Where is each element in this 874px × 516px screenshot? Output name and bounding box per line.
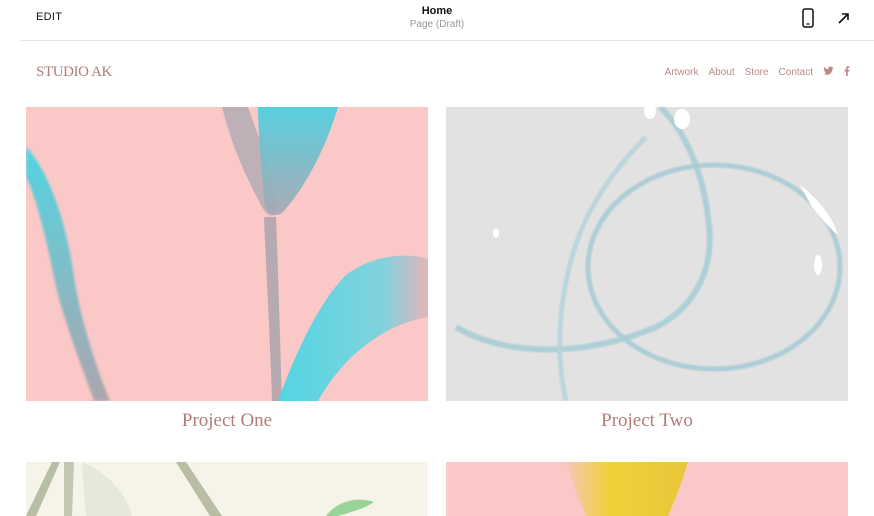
editor-toolbar: EDIT Home Page (Draft) xyxy=(0,0,874,40)
site-nav: Artwork About Store Contact xyxy=(655,66,850,79)
nav-about[interactable]: About xyxy=(708,67,734,78)
site-logo[interactable]: STUDIO AK xyxy=(36,64,112,81)
facebook-icon[interactable] xyxy=(844,66,850,79)
project-one-title[interactable]: Project One xyxy=(26,410,428,432)
site-header: STUDIO AK Artwork About Store Contact xyxy=(0,41,874,103)
mobile-preview-icon[interactable] xyxy=(800,8,816,28)
nav-artwork[interactable]: Artwork xyxy=(665,67,699,78)
twitter-icon[interactable] xyxy=(823,66,834,79)
project-one-image[interactable] xyxy=(26,107,428,401)
nav-contact[interactable]: Contact xyxy=(779,67,813,78)
page-title: Home xyxy=(421,5,453,17)
page-status: Page (Draft) xyxy=(409,19,465,30)
project-three-image[interactable] xyxy=(26,462,428,516)
project-two-image[interactable] xyxy=(446,107,848,401)
project-two-title[interactable]: Project Two xyxy=(446,410,848,432)
page-title-block: Home Page (Draft) xyxy=(0,5,874,31)
project-four-image[interactable] xyxy=(446,462,848,516)
open-external-icon[interactable] xyxy=(836,10,852,26)
nav-store[interactable]: Store xyxy=(745,67,769,78)
